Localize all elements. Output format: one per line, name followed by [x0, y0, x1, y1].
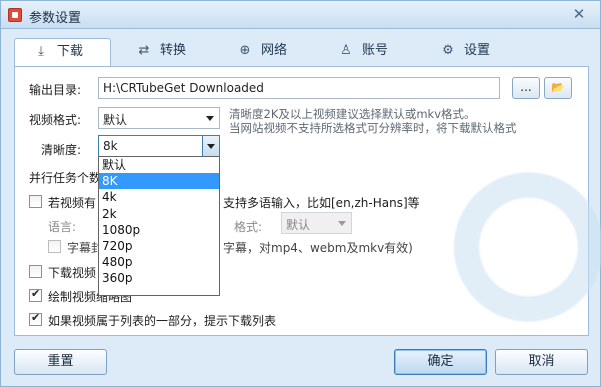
subtitle-format-select[interactable]: 默认 [281, 212, 352, 234]
resolution-dropdown-list: 默认 8K 4k 2k 1080p 720p 480p 360p [98, 156, 220, 296]
resolution-value: 8k [103, 139, 118, 153]
chevron-down-icon [207, 144, 215, 149]
video-format-value: 默认 [103, 113, 128, 127]
convert-icon: ⇄ [138, 43, 150, 58]
tab-label: 设置 [464, 43, 491, 58]
embed-subtitle-checkbox[interactable] [48, 240, 61, 253]
dropdown-option[interactable]: 2k [99, 206, 219, 222]
dropdown-option[interactable]: 480p [99, 254, 219, 270]
output-dir-label: 输出目录: [29, 83, 82, 97]
chevron-down-icon [206, 116, 214, 121]
dropdown-option[interactable]: 默认 [99, 157, 219, 173]
dropdown-option-selected[interactable]: 8K [99, 173, 219, 190]
dropdown-option[interactable]: 4k [99, 189, 219, 205]
download-video-checkbox[interactable] [29, 265, 42, 278]
tab-account[interactable]: ♙ 账号 [338, 38, 388, 66]
open-folder-button[interactable]: 📂 [544, 77, 572, 99]
dropdown-option[interactable]: 1080p [99, 222, 219, 238]
tab-bar: ⤓ 下载 ⇄ 转换 ⊕ 网络 ♙ 账号 ⚙ 设置 [14, 38, 589, 67]
tab-settings[interactable]: ⚙ 设置 [440, 38, 490, 66]
resolution-select[interactable]: 8k [98, 135, 220, 157]
watermark-logo [435, 162, 601, 332]
download-icon: ⤓ [38, 44, 44, 59]
close-button[interactable]: ✕ [566, 5, 592, 25]
tab-download[interactable]: ⤓ 下载 [14, 38, 111, 67]
app-icon [8, 8, 22, 22]
user-icon: ♙ [340, 43, 352, 58]
language-label: 语言: [48, 220, 77, 234]
thumbnail-checkbox[interactable] [29, 287, 42, 302]
tab-network[interactable]: ⊕ 网络 [237, 38, 287, 66]
chevron-down-icon [338, 221, 346, 226]
tab-label: 下载 [57, 44, 84, 59]
dropdown-option[interactable]: 720p [99, 238, 219, 254]
dropdown-option[interactable]: 360p [99, 270, 219, 286]
subtitle-format-value: 默认 [286, 218, 311, 232]
playlist-checkbox[interactable] [29, 311, 42, 326]
cancel-button[interactable]: 取消 [495, 349, 588, 375]
gear-icon: ⚙ [442, 43, 454, 58]
subtitle-checkbox[interactable] [29, 195, 42, 208]
ok-button[interactable]: 确定 [394, 349, 487, 375]
video-format-label: 视频格式: [29, 113, 82, 127]
tab-label: 转换 [160, 43, 187, 58]
subtitle-label-prefix: 若视频有 [48, 196, 97, 210]
playlist-label: 如果视频属于列表的一部分，提示下载列表 [48, 314, 277, 328]
embed-subtitle-label-suffix: 字幕，对mp4、webm及mkv有效) [223, 241, 413, 255]
window-title: 参数设置 [29, 11, 82, 26]
format-hint-1: 清晰度2K及以上视频建议选择默认或mkv格式。 [229, 107, 476, 121]
browse-button[interactable]: ... [512, 77, 540, 99]
folder-icon: 📂 [551, 81, 565, 94]
subtitle-label-suffix: 支持多语输入，比如[en,zh-Hans]等 [223, 196, 420, 210]
dropdown-button[interactable] [202, 136, 219, 156]
globe-icon: ⊕ [239, 43, 251, 58]
settings-window: 参数设置 ✕ ⤓ 下载 ⇄ 转换 ⊕ 网络 ♙ 账号 ⚙ 设置 输出目录: H:\CRTu… [0, 0, 601, 387]
tab-label: 账号 [362, 43, 389, 58]
tab-label: 网络 [261, 43, 288, 58]
title-bar: 参数设置 ✕ [1, 1, 600, 29]
reset-button[interactable]: 重置 [14, 349, 107, 375]
output-dir-input[interactable]: H:\CRTubeGet Downloaded [98, 77, 500, 99]
video-format-select[interactable]: 默认 [98, 107, 220, 129]
format-hint-2: 当网站视频不支持所选格式可分辨率时，将下载默认格式 [229, 121, 517, 135]
download-video-label: 下载视频 [48, 266, 97, 280]
parallel-tasks-label: 并行任务个数 [29, 171, 102, 185]
resolution-label: 清晰度: [41, 143, 82, 157]
subtitle-format-label: 格式: [234, 220, 263, 234]
tab-convert[interactable]: ⇄ 转换 [136, 38, 186, 66]
